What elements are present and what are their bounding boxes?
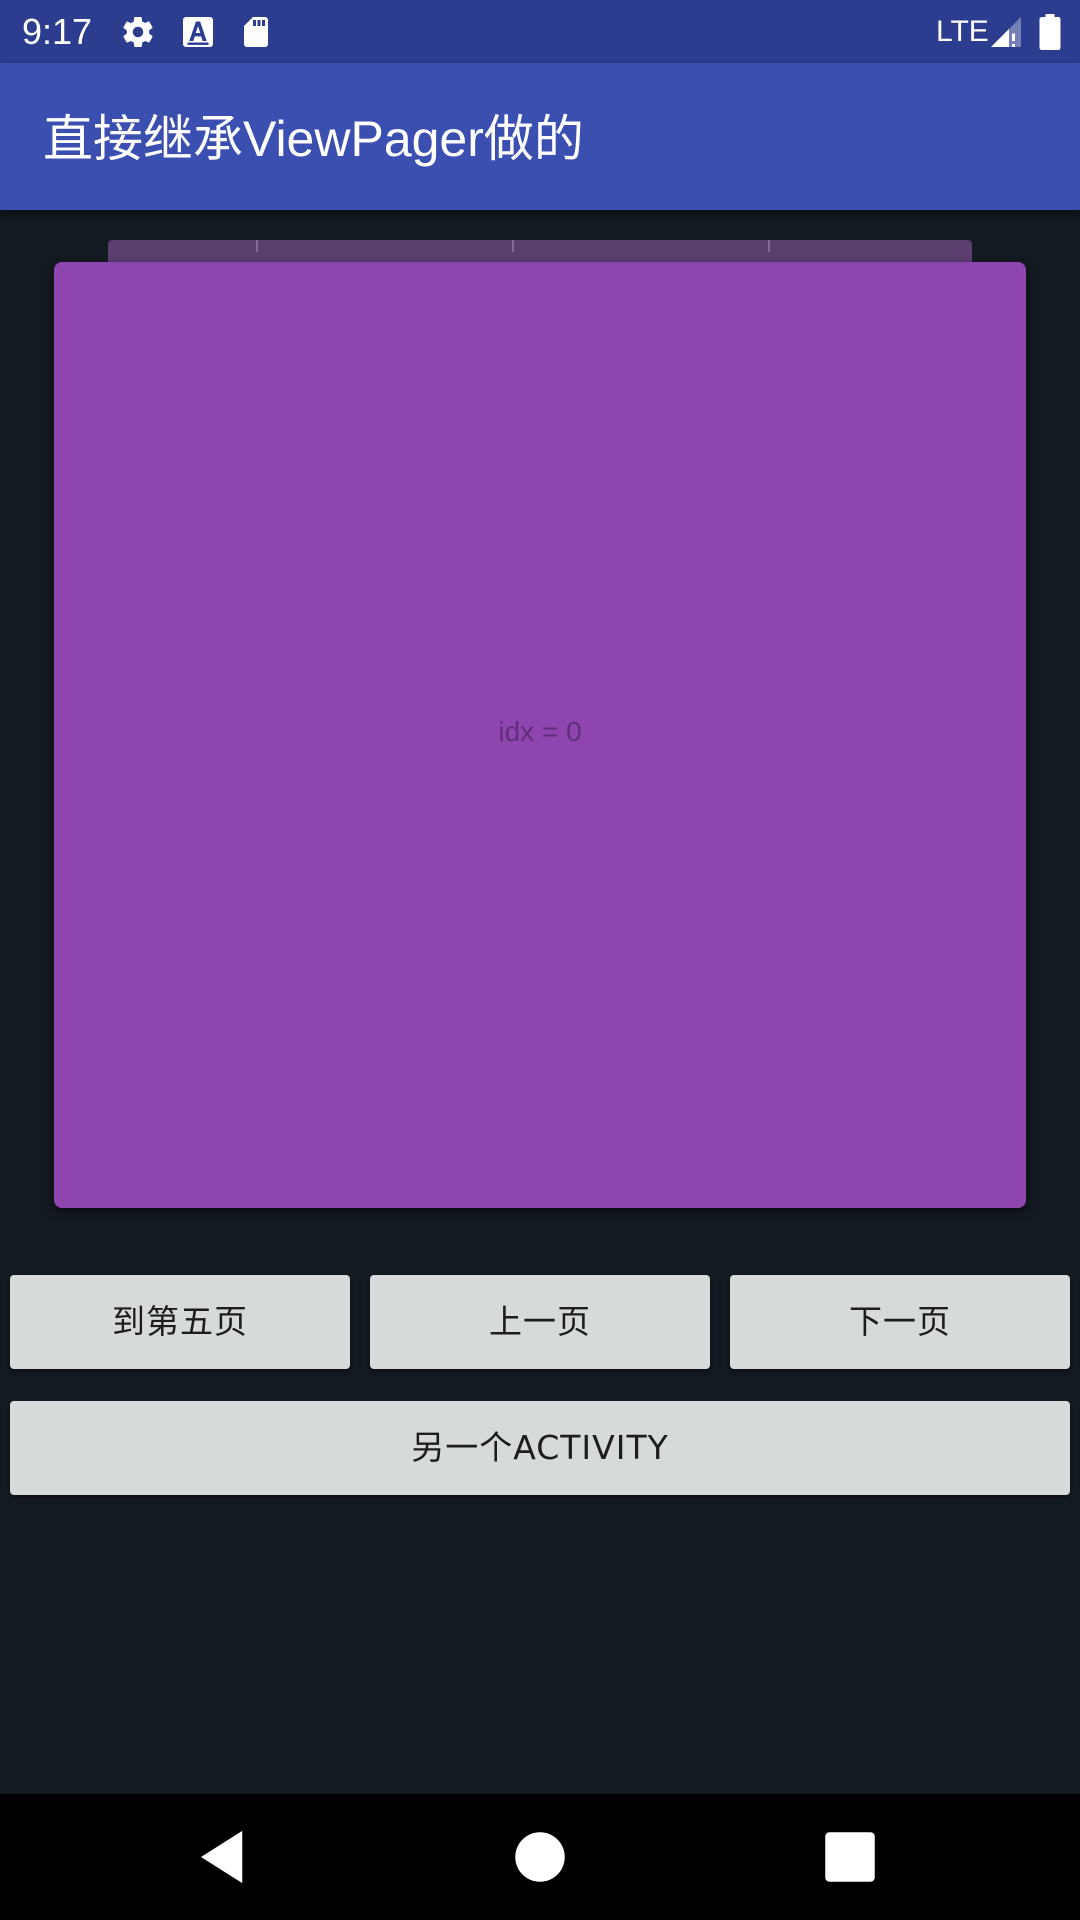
view-pager-page[interactable]: idx = 0 [54, 262, 1026, 1208]
back-icon[interactable] [190, 1824, 256, 1890]
sd-card-icon [244, 17, 268, 47]
status-bar: 9:17 LTE [0, 0, 1080, 63]
network-type: LTE [936, 15, 989, 48]
gear-icon [123, 17, 153, 48]
recents-icon[interactable] [817, 1824, 883, 1890]
signal-icon [991, 17, 1021, 47]
font-a-icon [183, 17, 213, 47]
pager-back-pages [108, 240, 972, 262]
previous-page-button[interactable]: 上一页 [370, 1275, 710, 1369]
next-page-button[interactable]: 下一页 [730, 1275, 1070, 1369]
another-activity-button[interactable]: 另一个ACTIVITY [10, 1401, 1070, 1495]
battery-icon [1039, 14, 1061, 50]
page-title: 直接继承ViewPager做的 [43, 111, 584, 167]
goto-page-five-button[interactable]: 到第五页 [10, 1275, 350, 1369]
app-bar: 直接继承ViewPager做的 [0, 63, 1080, 210]
page-index-label: idx = 0 [498, 716, 582, 747]
nav-bar [0, 1794, 1080, 1920]
status-time: 9:17 [22, 11, 93, 52]
home-icon[interactable] [507, 1824, 573, 1890]
